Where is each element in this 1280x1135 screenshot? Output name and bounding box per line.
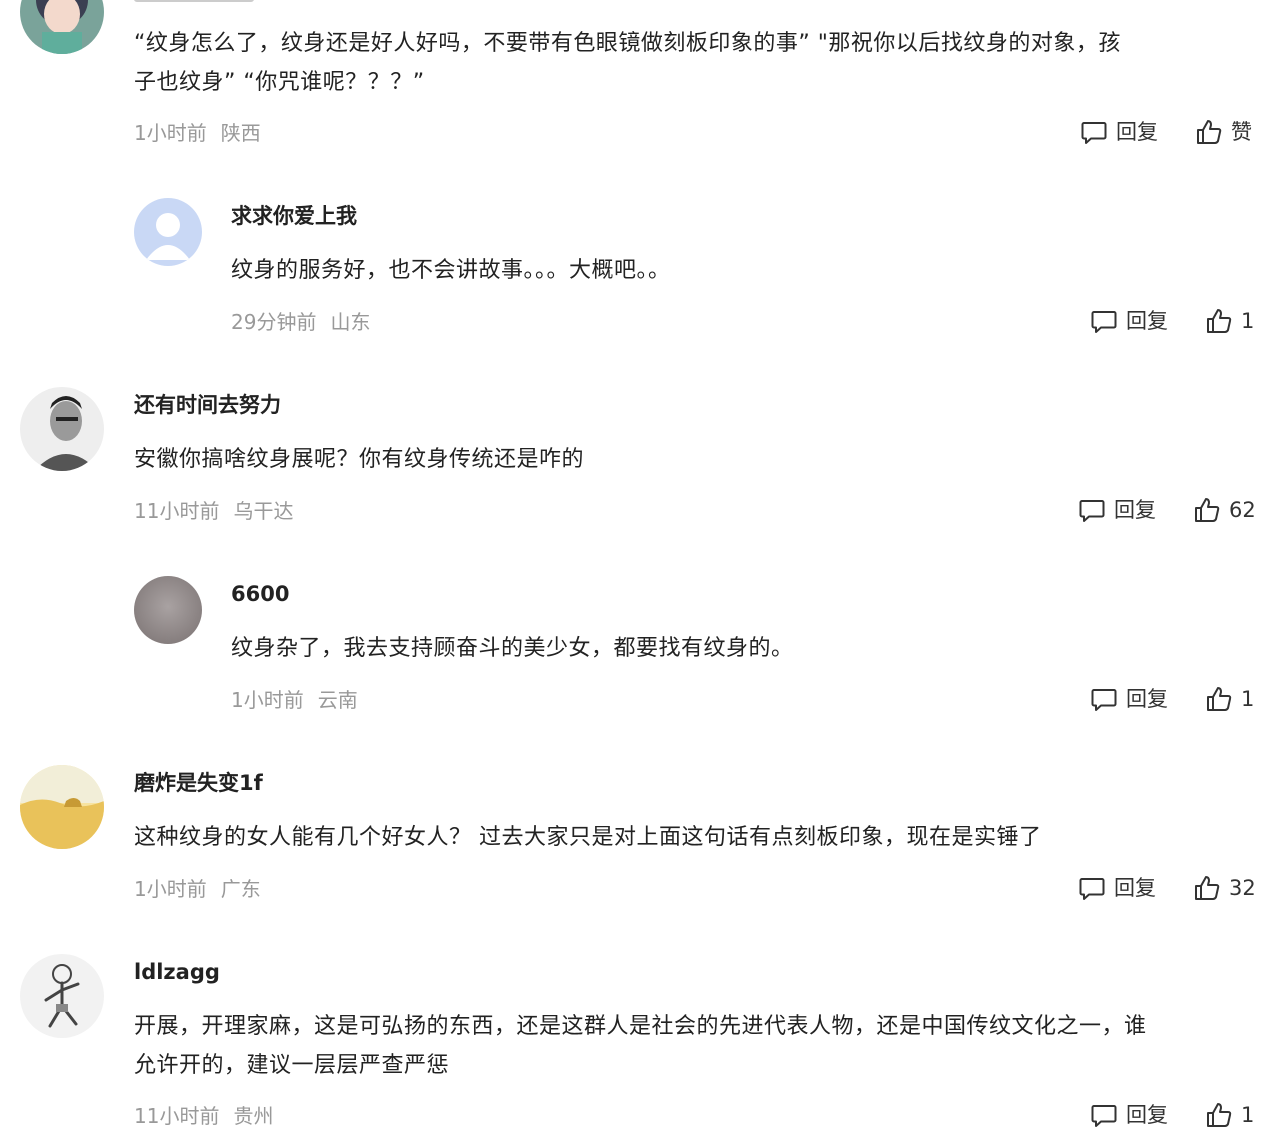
reply-icon: [1081, 122, 1107, 144]
anime-avatar-icon: [20, 0, 104, 54]
avatar[interactable]: [20, 0, 104, 54]
comment-meta: 1小时前 云南: [231, 686, 358, 714]
comment-text: “纹身怎么了，纹身还是好人好吗，不要带有色眼镜做刻板印象的事” "那祝你以后找纹…: [134, 31, 1121, 56]
thumbs-up-icon: [1195, 498, 1220, 522]
username[interactable]: 求求你爱上我: [231, 201, 357, 231]
comment-location: 陕西: [220, 121, 261, 145]
reply-label: 回复: [1114, 498, 1156, 522]
reply-label: 回复: [1114, 876, 1156, 900]
comment-text: 这种纹身的女人能有几个好女人？ 过去大家只是对上面这句话有点刻板印象，现在是实锤…: [134, 825, 1042, 850]
like-button[interactable]: 1: [1205, 307, 1254, 335]
comment-text: 安徽你搞啥纹身展呢？你有纹身传统还是咋的: [134, 447, 585, 472]
reply-label: 回复: [1126, 1103, 1168, 1127]
thumbs-up-icon: [1207, 309, 1232, 333]
thumbs-up-icon: [1195, 876, 1220, 900]
comment-location: 乌干达: [233, 499, 294, 523]
reply-icon: [1079, 878, 1105, 900]
comment-meta: 11小时前 贵州: [134, 1102, 273, 1130]
comment-time: 1小时前: [134, 877, 207, 901]
blurred-avatar-icon: [134, 576, 202, 644]
like-count: 赞: [1231, 120, 1252, 144]
username[interactable]: 磨炸是失变1f: [134, 768, 263, 798]
comment-text: 开展，开理家麻，这是可弘扬的东西，还是这群人是社会的先进代表人物，还是中国传纹文…: [134, 1014, 1147, 1039]
like-count: 62: [1229, 498, 1256, 522]
avatar[interactable]: [20, 954, 104, 1038]
username[interactable]: 还有时间去努力: [134, 390, 281, 420]
username[interactable]: 6600: [231, 579, 289, 609]
desert-avatar-icon: [20, 765, 104, 849]
like-button[interactable]: 1: [1205, 685, 1254, 713]
avatar[interactable]: [134, 576, 202, 644]
reply-label: 回复: [1116, 120, 1158, 144]
comment-time: 1小时前: [231, 688, 304, 712]
username-cut-off: [134, 0, 254, 2]
like-count: 32: [1229, 876, 1256, 900]
comment-meta: 11小时前 乌干达: [134, 497, 293, 525]
like-button[interactable]: 1: [1205, 1101, 1254, 1129]
reply-icon: [1079, 500, 1105, 522]
comment-location: 贵州: [233, 1104, 274, 1128]
default-avatar-icon: [134, 198, 202, 266]
like-button[interactable]: 赞: [1195, 118, 1252, 146]
like-count: 1: [1241, 309, 1255, 333]
comment-text-line2: 子也纹身” “你咒谁呢？？？”: [134, 70, 425, 95]
reply-icon: [1091, 1105, 1117, 1127]
portrait-avatar-icon: [20, 387, 104, 471]
comment-meta: 1小时前 广东: [134, 875, 261, 903]
comment-text: 纹身杂了，我去支持顾奋斗的美少女，都要找有纹身的。: [231, 636, 794, 661]
comment-location: 云南: [317, 688, 358, 712]
reply-button[interactable]: 回复: [1090, 1101, 1168, 1129]
comment-location: 山东: [330, 310, 371, 334]
reply-icon: [1091, 689, 1117, 711]
reply-button[interactable]: 回复: [1078, 874, 1156, 902]
avatar[interactable]: [20, 387, 104, 471]
comment-time: 1小时前: [134, 121, 207, 145]
comment-text: 纹身的服务好，也不会讲故事。。。大概吧。。: [231, 258, 671, 283]
thumbs-up-icon: [1207, 687, 1232, 711]
comment-text-line2: 允许开的，建议一层层严查严惩: [134, 1053, 450, 1078]
reply-button[interactable]: 回复: [1090, 307, 1168, 335]
avatar[interactable]: [134, 198, 202, 266]
reply-button[interactable]: 回复: [1090, 685, 1168, 713]
username[interactable]: ldlzagg: [134, 957, 220, 987]
comment-meta: 29分钟前 山东: [231, 308, 370, 336]
thumbs-up-icon: [1207, 1103, 1232, 1127]
thumbs-up-icon: [1197, 120, 1222, 144]
like-count: 1: [1241, 687, 1255, 711]
sketch-avatar-icon: [20, 954, 104, 1038]
comment-time: 11小时前: [134, 499, 220, 523]
reply-button[interactable]: 回复: [1080, 118, 1158, 146]
reply-icon: [1091, 311, 1117, 333]
like-button[interactable]: 62: [1193, 496, 1256, 524]
reply-label: 回复: [1126, 687, 1168, 711]
comment-time: 11小时前: [134, 1104, 220, 1128]
reply-label: 回复: [1126, 309, 1168, 333]
comment-location: 广东: [220, 877, 261, 901]
like-count: 1: [1241, 1103, 1255, 1127]
avatar[interactable]: [20, 765, 104, 849]
comment-meta: 1小时前 陕西: [134, 119, 261, 147]
comment-time: 29分钟前: [231, 310, 317, 334]
like-button[interactable]: 32: [1193, 874, 1256, 902]
reply-button[interactable]: 回复: [1078, 496, 1156, 524]
